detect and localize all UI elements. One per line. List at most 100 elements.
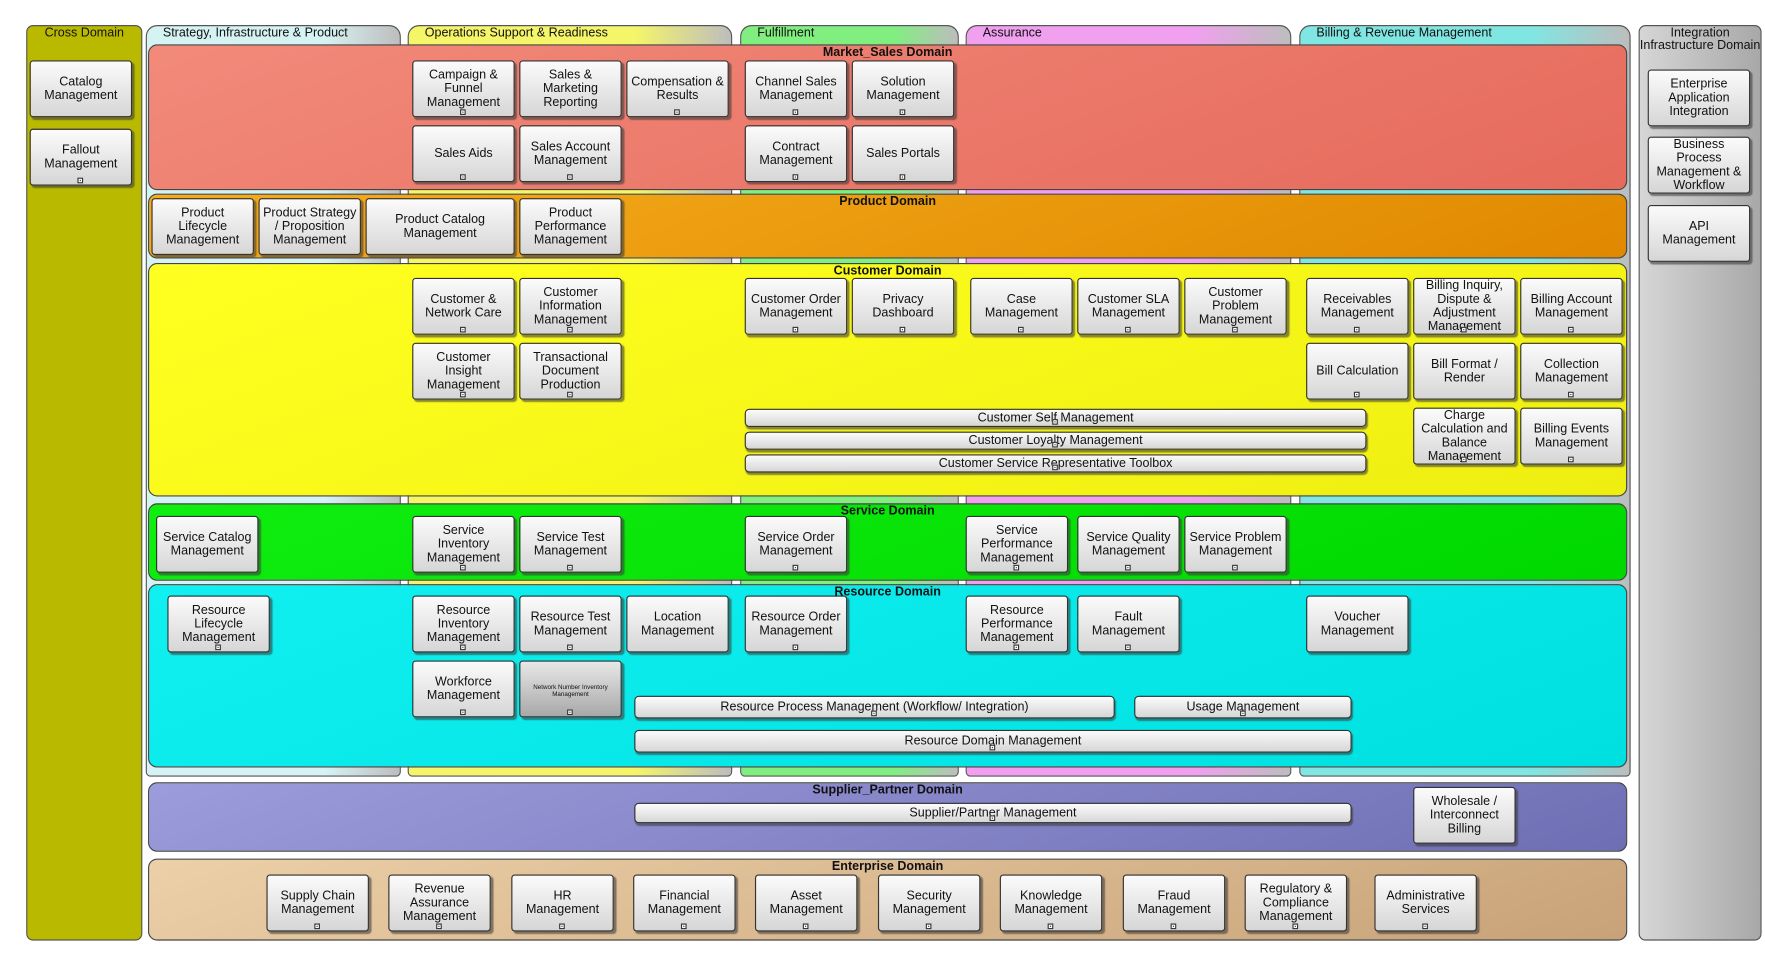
expand-icon[interactable] <box>1013 564 1020 571</box>
supplier-partner-management-bar[interactable]: Supplier/Partner Management <box>634 802 1352 824</box>
bill-format-render-box[interactable]: Bill Format / Render <box>1413 342 1516 400</box>
regulatory-compliance-management-box[interactable]: Regulatory & Compliance Management <box>1244 874 1348 932</box>
expand-icon[interactable] <box>792 326 799 333</box>
expand-icon[interactable] <box>567 644 573 651</box>
contract-management-box[interactable]: Contract Management <box>744 125 848 183</box>
expand-icon[interactable] <box>567 391 573 398</box>
wholesale-interconnect-billing-box[interactable]: Wholesale / Interconnect Billing <box>1413 786 1516 844</box>
billing-inquiry-dispute-adjustment-management-box[interactable]: Billing Inquiry, Dispute & Adjustment Ma… <box>1413 277 1516 335</box>
voucher-management-box[interactable]: Voucher Management <box>1306 595 1409 653</box>
service-catalog-management-box[interactable]: Service Catalog Management <box>156 515 259 573</box>
service-test-management-box[interactable]: Service Test Management <box>519 515 622 573</box>
expand-icon[interactable] <box>567 174 573 180</box>
billing-events-management-box[interactable]: Billing Events Management <box>1520 407 1623 465</box>
expand-icon[interactable] <box>460 174 466 180</box>
service-quality-management-box[interactable]: Service Quality Management <box>1077 515 1180 573</box>
expand-icon[interactable] <box>460 709 466 716</box>
expand-icon[interactable] <box>925 923 932 930</box>
expand-icon[interactable] <box>871 710 877 717</box>
expand-icon[interactable] <box>460 109 466 116</box>
expand-icon[interactable] <box>436 923 442 930</box>
expand-icon[interactable] <box>1052 419 1058 425</box>
expand-icon[interactable] <box>1047 923 1054 930</box>
sales-aids-box[interactable]: Sales Aids <box>412 125 515 183</box>
api-management-box[interactable]: API Management <box>1647 204 1751 262</box>
expand-icon[interactable] <box>460 326 466 333</box>
privacy-dashboard-box[interactable]: Privacy Dashboard <box>851 277 955 335</box>
service-problem-management-box[interactable]: Service Problem Management <box>1184 515 1287 573</box>
customer-sla-management-box[interactable]: Customer SLA Management <box>1077 277 1180 335</box>
channel-sales-management-box[interactable]: Channel Sales Management <box>744 60 848 118</box>
expand-icon[interactable] <box>567 709 573 716</box>
sales-account-management-box[interactable]: Sales Account Management <box>519 125 622 183</box>
resource-test-management-box[interactable]: Resource Test Management <box>519 595 622 653</box>
transactional-document-production-box[interactable]: Transactional Document Production <box>519 342 622 400</box>
expand-icon[interactable] <box>989 744 996 751</box>
expand-icon[interactable] <box>1568 456 1574 463</box>
expand-icon[interactable] <box>559 923 565 930</box>
customer-insight-management-box[interactable]: Customer Insight Management <box>412 342 515 400</box>
billing-account-management-box[interactable]: Billing Account Management <box>1520 277 1623 335</box>
collection-management-box[interactable]: Collection Management <box>1520 342 1623 400</box>
catalog-management-box[interactable]: Catalog Management <box>29 60 133 118</box>
expand-icon[interactable] <box>1052 464 1058 471</box>
customer-problem-management-box[interactable]: Customer Problem Management <box>1184 277 1287 335</box>
service-order-management-box[interactable]: Service Order Management <box>744 515 848 573</box>
workforce-management-box[interactable]: Workforce Management <box>412 660 515 718</box>
resource-performance-management-box[interactable]: Resource Performance Management <box>965 595 1069 653</box>
charge-calculation-and-balance-management-box[interactable]: Charge Calculation and Balance Managemen… <box>1413 407 1516 465</box>
expand-icon[interactable] <box>1568 391 1574 398</box>
expand-icon[interactable] <box>1460 456 1467 463</box>
resource-order-management-box[interactable]: Resource Order Management <box>744 595 848 653</box>
customer-service-representative-toolbox-bar[interactable]: Customer Service Representative Toolbox <box>744 454 1367 473</box>
expand-icon[interactable] <box>1239 710 1246 717</box>
expand-icon[interactable] <box>567 564 573 571</box>
expand-icon[interactable] <box>314 923 320 930</box>
fraud-management-box[interactable]: Fraud Management <box>1122 874 1226 932</box>
expand-icon[interactable] <box>460 644 466 651</box>
product-performance-management-box[interactable]: Product Performance Management <box>519 198 622 256</box>
expand-icon[interactable] <box>1170 923 1177 930</box>
expand-icon[interactable] <box>899 109 906 116</box>
expand-icon[interactable] <box>567 326 573 333</box>
service-performance-management-box[interactable]: Service Performance Management <box>965 515 1069 573</box>
customer-order-management-box[interactable]: Customer Order Management <box>744 277 848 335</box>
fallout-management-box[interactable]: Fallout Management <box>29 128 133 186</box>
expand-icon[interactable] <box>1125 326 1131 333</box>
compensation-results-box[interactable]: Compensation & Results <box>626 60 729 118</box>
network-number-inventory-management-box[interactable]: Network Number Inventory Management <box>519 660 622 718</box>
product-lifecycle-management-box[interactable]: Product Lifecycle Management <box>151 198 254 256</box>
resource-process-management-workflow-integration-bar[interactable]: Resource Process Management (Workflow/ I… <box>634 695 1115 719</box>
solution-management-box[interactable]: Solution Management <box>851 60 955 118</box>
expand-icon[interactable] <box>1460 326 1467 333</box>
expand-icon[interactable] <box>792 109 799 116</box>
expand-icon[interactable] <box>792 174 799 180</box>
service-inventory-management-box[interactable]: Service Inventory Management <box>412 515 515 573</box>
customer-self-management-bar[interactable]: Customer Self Management <box>744 408 1367 428</box>
expand-icon[interactable] <box>1125 644 1131 651</box>
product-catalog-management-box[interactable]: Product Catalog Management <box>365 198 515 256</box>
expand-icon[interactable] <box>460 391 466 398</box>
resource-lifecycle-management-box[interactable]: Resource Lifecycle Management <box>167 595 270 653</box>
customer-loyalty-management-bar[interactable]: Customer Loyalty Management <box>744 431 1367 450</box>
expand-icon[interactable] <box>1353 391 1360 398</box>
knowledge-management-box[interactable]: Knowledge Management <box>999 874 1103 932</box>
expand-icon[interactable] <box>792 564 799 571</box>
expand-icon[interactable] <box>1013 644 1020 651</box>
expand-icon[interactable] <box>215 644 221 651</box>
business-process-management-workflow-box[interactable]: Business Process Management & Workflow <box>1647 136 1751 194</box>
expand-icon[interactable] <box>1232 564 1238 571</box>
security-management-box[interactable]: Security Management <box>877 874 981 932</box>
expand-icon[interactable] <box>899 174 906 180</box>
asset-management-box[interactable]: Asset Management <box>754 874 858 932</box>
expand-icon[interactable] <box>1422 923 1428 930</box>
bill-calculation-box[interactable]: Bill Calculation <box>1306 342 1409 400</box>
expand-icon[interactable] <box>899 326 906 333</box>
sales-marketing-reporting-box[interactable]: Sales & Marketing Reporting <box>519 60 622 118</box>
customer-network-care-box[interactable]: Customer & Network Care <box>412 277 515 335</box>
expand-icon[interactable] <box>1018 326 1024 333</box>
campaign-funnel-management-box[interactable]: Campaign & Funnel Management <box>412 60 515 118</box>
resource-inventory-management-box[interactable]: Resource Inventory Management <box>412 595 515 653</box>
case-management-box[interactable]: Case Management <box>970 277 1073 335</box>
expand-icon[interactable] <box>1052 441 1058 448</box>
